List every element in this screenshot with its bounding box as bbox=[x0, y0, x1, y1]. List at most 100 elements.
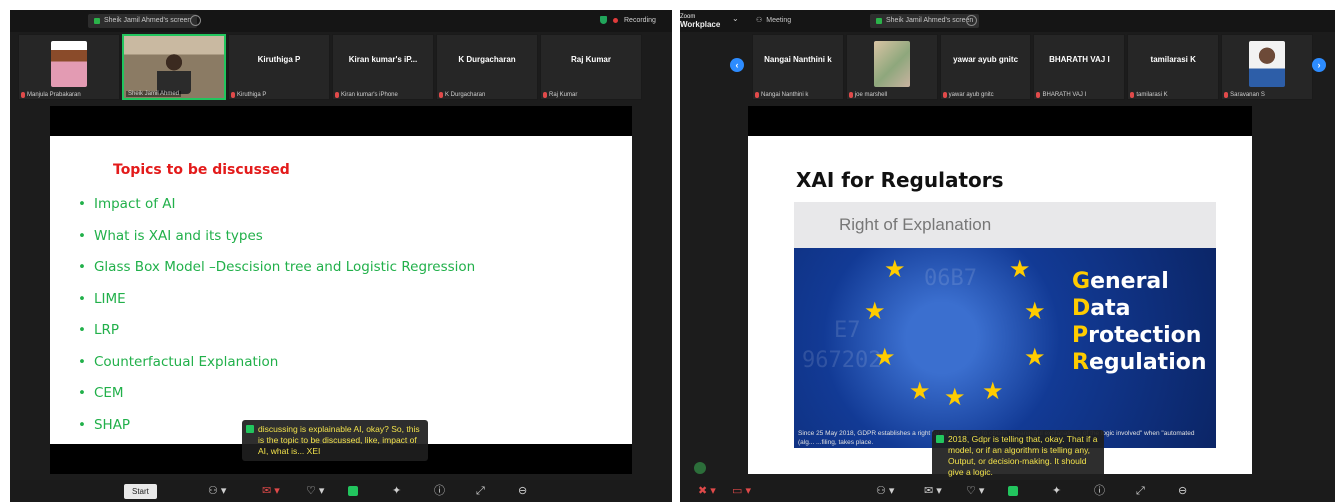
mute-icon bbox=[1130, 92, 1135, 98]
participant-strip: Nangai Nanthini k Nangai Nanthini k joe … bbox=[752, 34, 1313, 100]
screenshot: Sheik Jamil Ahmed's screen Recording Man… bbox=[0, 0, 1335, 502]
participant-tile[interactable]: BHARATH VAJ I BHARATH VAJ I bbox=[1033, 34, 1126, 100]
participant-name: Raj Kumar bbox=[570, 55, 611, 64]
list-item: Impact of AI bbox=[78, 196, 475, 228]
participant-caption: K Durgacharan bbox=[445, 92, 486, 98]
mute-icon bbox=[439, 92, 443, 98]
participant-tile[interactable]: Kiruthiga P Kiruthiga P bbox=[228, 34, 330, 100]
start-button[interactable]: Start bbox=[124, 484, 157, 499]
participant-tile[interactable]: Kiran kumar's iP... Kiran kumar's iPhone bbox=[332, 34, 434, 100]
participant-caption: Sheik Jamil Ahmed bbox=[128, 91, 180, 97]
participant-name: Kiruthiga P bbox=[257, 55, 301, 64]
participant-tile[interactable]: yawar ayub gnitc yawar ayub gnitc bbox=[939, 34, 1032, 100]
info-icon[interactable]: ⓘ bbox=[434, 484, 445, 498]
gdpr-line: Protection bbox=[1072, 323, 1202, 348]
list-item: LRP bbox=[78, 322, 475, 354]
right-zoom-window: Zoom Workplace ⌄ ⚇ Meeting Sheik Jamil A… bbox=[680, 10, 1335, 502]
participant-name: Nangai Nanthini k bbox=[764, 55, 832, 64]
slide: XAI for Regulators Right of Explanation … bbox=[748, 136, 1252, 474]
mute-icon bbox=[755, 92, 759, 98]
list-item: LIME bbox=[78, 291, 475, 323]
participant-tile[interactable]: tamilarasi K tamilarasi K bbox=[1127, 34, 1220, 100]
meeting-label: Meeting bbox=[766, 17, 792, 24]
chevron-down-icon[interactable]: ⌄ bbox=[732, 12, 739, 26]
participant-name: BHARATH VAJ I bbox=[1049, 55, 1110, 64]
participant-name: tamilarasi K bbox=[1150, 55, 1196, 64]
participant-name: K Durgacharan bbox=[458, 55, 516, 64]
participant-tile[interactable]: Manjula Prabakaran bbox=[18, 34, 120, 100]
list-item: Glass Box Model –Descision tree and Logi… bbox=[78, 259, 475, 291]
share-indicator[interactable]: Sheik Jamil Ahmed's screen bbox=[88, 14, 198, 28]
share-label: Sheik Jamil Ahmed's screen bbox=[886, 17, 974, 24]
shared-screen: XAI for Regulators Right of Explanation … bbox=[748, 106, 1252, 474]
live-caption: 2018, Gdpr is telling that, okay. That i… bbox=[932, 430, 1104, 482]
apps-icon[interactable]: ✦ bbox=[392, 484, 401, 498]
list-item: CEM bbox=[78, 385, 475, 417]
leave-icon[interactable]: ⊖ bbox=[1178, 484, 1187, 498]
share-screen-icon[interactable] bbox=[1008, 486, 1018, 496]
participant-tile[interactable]: K Durgacharan K Durgacharan bbox=[436, 34, 538, 100]
participant-tile-active-speaker[interactable]: Sheik Jamil Ahmed bbox=[122, 34, 226, 100]
avatar bbox=[873, 41, 910, 87]
chat-bubble-icon[interactable] bbox=[694, 462, 706, 474]
mute-icon bbox=[543, 92, 547, 98]
previous-page-button[interactable]: ‹ bbox=[730, 58, 744, 72]
leave-icon[interactable]: ⊖ bbox=[518, 484, 527, 498]
participant-name: yawar ayub gnitc bbox=[953, 55, 1019, 64]
shield-icon bbox=[600, 16, 607, 24]
left-zoom-window: Sheik Jamil Ahmed's screen Recording Man… bbox=[10, 10, 672, 502]
gdpr-line: Data bbox=[1072, 296, 1131, 321]
meeting-toolbar: ✖ ▾ ▭ ▾ ⚇ ▾ ✉ ▾ ♡ ▾ ✦ ⓘ ⤢ ⊖ bbox=[680, 480, 1335, 502]
video-off-icon[interactable]: ▭ ▾ bbox=[732, 484, 751, 498]
minus-circle-icon[interactable] bbox=[966, 15, 977, 26]
participant-tile[interactable]: Nangai Nanthini k Nangai Nanthini k bbox=[752, 34, 844, 100]
share-screen-icon[interactable] bbox=[348, 486, 358, 496]
gdpr-line: General bbox=[1072, 269, 1169, 294]
avatar bbox=[1249, 41, 1286, 87]
mute-icon bbox=[21, 92, 25, 98]
info-icon[interactable]: ⓘ bbox=[1094, 484, 1105, 498]
next-page-button[interactable]: › bbox=[1312, 58, 1326, 72]
apps-icon[interactable]: ✦ bbox=[1052, 484, 1061, 498]
meeting-icon: ⚇ bbox=[756, 17, 763, 24]
list-item: What is XAI and its types bbox=[78, 228, 475, 260]
slide: Topics to be discussed Impact of AI What… bbox=[50, 136, 632, 444]
gdpr-line: Regulation bbox=[1072, 350, 1207, 375]
live-caption: discussing is explainable AI, okay? So, … bbox=[242, 420, 428, 461]
share-label: Sheik Jamil Ahmed's screen bbox=[104, 17, 192, 24]
expand-icon[interactable]: ⤢ bbox=[1136, 484, 1145, 498]
chat-icon[interactable]: ✉ ▾ bbox=[262, 484, 280, 498]
caption-text: discussing is explainable AI, okay? So, … bbox=[258, 424, 420, 456]
participant-caption: Kiran kumar's iPhone bbox=[341, 92, 398, 98]
participant-caption: Raj Kumar bbox=[549, 92, 578, 98]
participants-icon[interactable]: ⚇ ▾ bbox=[208, 484, 226, 498]
participant-name: Kiran kumar's iP... bbox=[348, 55, 418, 64]
reactions-icon[interactable]: ♡ ▾ bbox=[306, 484, 324, 498]
chat-icon[interactable]: ✉ ▾ bbox=[924, 484, 942, 498]
app-name-label: Workplace bbox=[680, 20, 721, 29]
slide-title: XAI for Regulators bbox=[796, 168, 1004, 192]
participant-tile[interactable]: Saravanan S bbox=[1221, 34, 1313, 100]
reactions-icon[interactable]: ♡ ▾ bbox=[966, 484, 984, 498]
participant-caption: yawar ayub gnitc bbox=[948, 92, 994, 98]
participant-caption: joe marshell bbox=[854, 92, 888, 98]
share-indicator[interactable]: Sheik Jamil Ahmed's screen bbox=[870, 14, 980, 28]
left-top-bar: Sheik Jamil Ahmed's screen Recording bbox=[10, 10, 672, 32]
participant-caption: Kiruthiga P bbox=[237, 92, 267, 98]
participant-tile[interactable]: joe marshell bbox=[845, 34, 938, 100]
mute-icon bbox=[1036, 92, 1041, 98]
share-screen-icon bbox=[876, 18, 882, 24]
record-icon bbox=[613, 17, 618, 23]
participant-tile[interactable]: Raj Kumar Raj Kumar bbox=[540, 34, 642, 100]
expand-icon[interactable]: ⤢ bbox=[476, 484, 485, 498]
mute-icon bbox=[1224, 92, 1229, 98]
gdpr-image: 06B7 E7 967202 ★ ★ ★ ★ ★ ★ ★ ★ ★ General… bbox=[794, 248, 1216, 448]
mute-icon[interactable]: ✖ ▾ bbox=[698, 484, 716, 498]
participant-caption: Saravanan S bbox=[1230, 92, 1265, 98]
figure-heading: Right of Explanation bbox=[794, 202, 1216, 248]
meeting-tab[interactable]: ⚇ Meeting bbox=[750, 14, 797, 28]
eu-stars: ★ ★ ★ ★ ★ ★ ★ ★ ★ bbox=[864, 256, 1046, 411]
participants-icon[interactable]: ⚇ ▾ bbox=[876, 484, 894, 498]
minus-circle-icon[interactable] bbox=[190, 15, 201, 26]
shared-screen: Topics to be discussed Impact of AI What… bbox=[50, 106, 632, 474]
